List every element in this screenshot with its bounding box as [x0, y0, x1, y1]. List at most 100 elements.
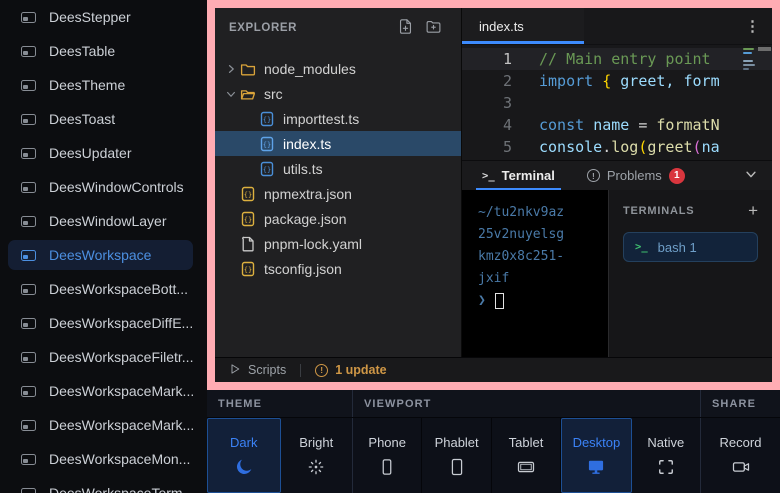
line-number: 4 [462, 114, 512, 136]
sidebar-item-label: DeesWorkspaceMon... [49, 451, 190, 467]
sidebar-item-deesworkspacefiletree[interactable]: DeesWorkspaceFiletr... [8, 342, 193, 372]
terminal-prompt-icon: >_ [482, 170, 495, 182]
phablet-icon [447, 457, 467, 477]
sidebar-item-deesupdater[interactable]: DeesUpdater [8, 138, 193, 168]
terminal-line: jxif [478, 268, 608, 290]
chevron-down-icon [744, 167, 758, 184]
code-line: 1 // Main entry point [462, 48, 772, 70]
add-terminal-button[interactable]: + [748, 202, 758, 219]
scripts-button[interactable]: Scripts [229, 363, 286, 378]
sidebar-item-label: DeesWorkspaceMark... [49, 383, 194, 399]
new-file-button[interactable] [397, 18, 414, 38]
viewport-phone-button[interactable]: Phone [353, 418, 422, 493]
tab-overflow-menu-icon[interactable]: ⋮ [745, 19, 760, 34]
theme-dark-button[interactable]: Dark [207, 418, 281, 493]
tree-item-utils-ts[interactable]: {} utils.ts [215, 156, 461, 181]
new-folder-button[interactable] [425, 18, 442, 38]
tree-item-pnpm-lock-yaml[interactable]: pnpm-lock.yaml [215, 231, 461, 256]
phone-icon [377, 457, 397, 477]
sidebar-item-deesworkspacemark2[interactable]: DeesWorkspaceMark... [8, 410, 193, 440]
code-line: 4 const name = formatN [462, 114, 772, 136]
tab-label: index.ts [479, 19, 524, 34]
explorer-title: EXPLORER [229, 22, 297, 34]
sidebar-item-deesworkspace[interactable]: DeesWorkspace [8, 240, 193, 270]
minimap[interactable] [743, 48, 756, 72]
viewport-phablet-button[interactable]: Phablet [422, 418, 491, 493]
terminal-cursor [495, 293, 504, 309]
properties-toolbar: THEME VIEWPORT SHARE Dark Bright [207, 390, 780, 493]
sidebar-item-label: DeesWorkspaceBott... [49, 281, 188, 297]
sidebar-item-deestheme[interactable]: DeesTheme [8, 70, 193, 100]
sidebar-item-deesworkspacemonaco[interactable]: DeesWorkspaceMon... [8, 444, 193, 474]
prompt-symbol: ❯ [478, 290, 486, 312]
sidebar-item-deesworkspaceterminal[interactable]: DeesWorkspaceTerm... [8, 478, 193, 493]
svg-text:{}: {} [262, 140, 270, 148]
component-icon [21, 318, 36, 329]
sidebar-item-label: DeesWindowControls [49, 179, 184, 195]
component-icon [21, 250, 36, 261]
tab-index-ts[interactable]: index.ts [462, 8, 584, 44]
desktop-icon [586, 457, 606, 477]
sidebar-item-label: DeesTable [49, 43, 115, 59]
tab-problems[interactable]: ! Problems 1 [587, 168, 685, 184]
tree-item-package-json[interactable]: {} package.json [215, 206, 461, 231]
folder-open-icon [239, 86, 256, 102]
tree-item-node-modules[interactable]: node_modules [215, 56, 461, 81]
minimap-slider[interactable] [758, 47, 771, 51]
code-editor[interactable]: 1 // Main entry point 2 import { greet, … [462, 45, 772, 160]
tree-item-importtest-ts[interactable]: {} importtest.ts [215, 106, 461, 131]
sidebar-item-deestoast[interactable]: DeesToast [8, 104, 193, 134]
section-title-theme: THEME [207, 390, 352, 417]
problems-icon: ! [587, 169, 600, 182]
tree-item-index-ts[interactable]: {} index.ts [215, 131, 461, 156]
file-icon [239, 236, 256, 252]
tree-item-npmextra-json[interactable]: {} npmextra.json [215, 181, 461, 206]
sidebar-item-deesworkspacemark1[interactable]: DeesWorkspaceMark... [8, 376, 193, 406]
sidebar-item-deeswindowlayer[interactable]: DeesWindowLayer [8, 206, 193, 236]
component-icon [21, 80, 36, 91]
sidebar-item-deesworkspacediffeditor[interactable]: DeesWorkspaceDiffE... [8, 308, 193, 338]
sidebar-item-deeswindowcontrols[interactable]: DeesWindowControls [8, 172, 193, 202]
theme-bright-button[interactable]: Bright [281, 418, 353, 493]
terminal-line: 25v2nuyelsg [478, 224, 608, 246]
update-button[interactable]: ! 1 update [315, 363, 386, 377]
line-number: 2 [462, 70, 512, 92]
panel-collapse-button[interactable] [744, 167, 758, 184]
sidebar-item-deesworkspacebottombar[interactable]: DeesWorkspaceBott... [8, 274, 193, 304]
terminal-prompt-icon: >_ [635, 241, 648, 253]
sidebar-item-label: DeesWorkspaceDiffE... [49, 315, 193, 331]
component-icon [21, 386, 36, 397]
tree-item-src[interactable]: src [215, 81, 461, 106]
viewport-native-button[interactable]: Native [632, 418, 700, 493]
moon-icon [234, 457, 254, 477]
sidebar-item-deestable[interactable]: DeesTable [8, 36, 193, 66]
code-line: 2 import { greet, form [462, 70, 772, 92]
json-file-icon: {} [239, 211, 256, 227]
component-icon [21, 488, 36, 493]
typescript-file-icon: {} [258, 111, 275, 127]
terminal-output[interactable]: ~/tu2nkv9az 25v2nuyelsg kmz0x8c251- jxif… [462, 190, 608, 357]
component-icon [21, 216, 36, 227]
viewport-desktop-button[interactable]: Desktop [561, 418, 631, 493]
component-icon [21, 284, 36, 295]
terminal-line: kmz0x8c251- [478, 246, 608, 268]
terminal-prompt-line: ❯ [478, 290, 608, 312]
section-title-share: SHARE [700, 390, 780, 417]
viewport-tablet-button[interactable]: Tablet [492, 418, 561, 493]
new-folder-icon [425, 18, 442, 38]
tree-item-tsconfig-json[interactable]: {} tsconfig.json [215, 256, 461, 281]
story-canvas: EXPLORER [207, 0, 780, 390]
code-line: 5 console.log(greet(na [462, 136, 772, 158]
svg-text:{}: {} [243, 265, 251, 273]
share-record-button[interactable]: Record [701, 418, 780, 493]
tab-terminal[interactable]: >_ Terminal [476, 161, 561, 190]
explorer-panel: EXPLORER [215, 8, 462, 357]
section-title-viewport: VIEWPORT [352, 390, 700, 417]
update-warning-icon: ! [315, 364, 328, 377]
editor-tab-bar: index.ts ⋮ [462, 8, 772, 45]
sidebar-item-label: DeesToast [49, 111, 115, 127]
terminal-session-bash-1[interactable]: >_ bash 1 [623, 232, 758, 262]
sidebar-item-deesstepper[interactable]: DeesStepper [8, 2, 193, 32]
editor-column: index.ts ⋮ 1 // Main entry point 2 [462, 8, 772, 357]
explorer-header: EXPLORER [215, 8, 461, 48]
